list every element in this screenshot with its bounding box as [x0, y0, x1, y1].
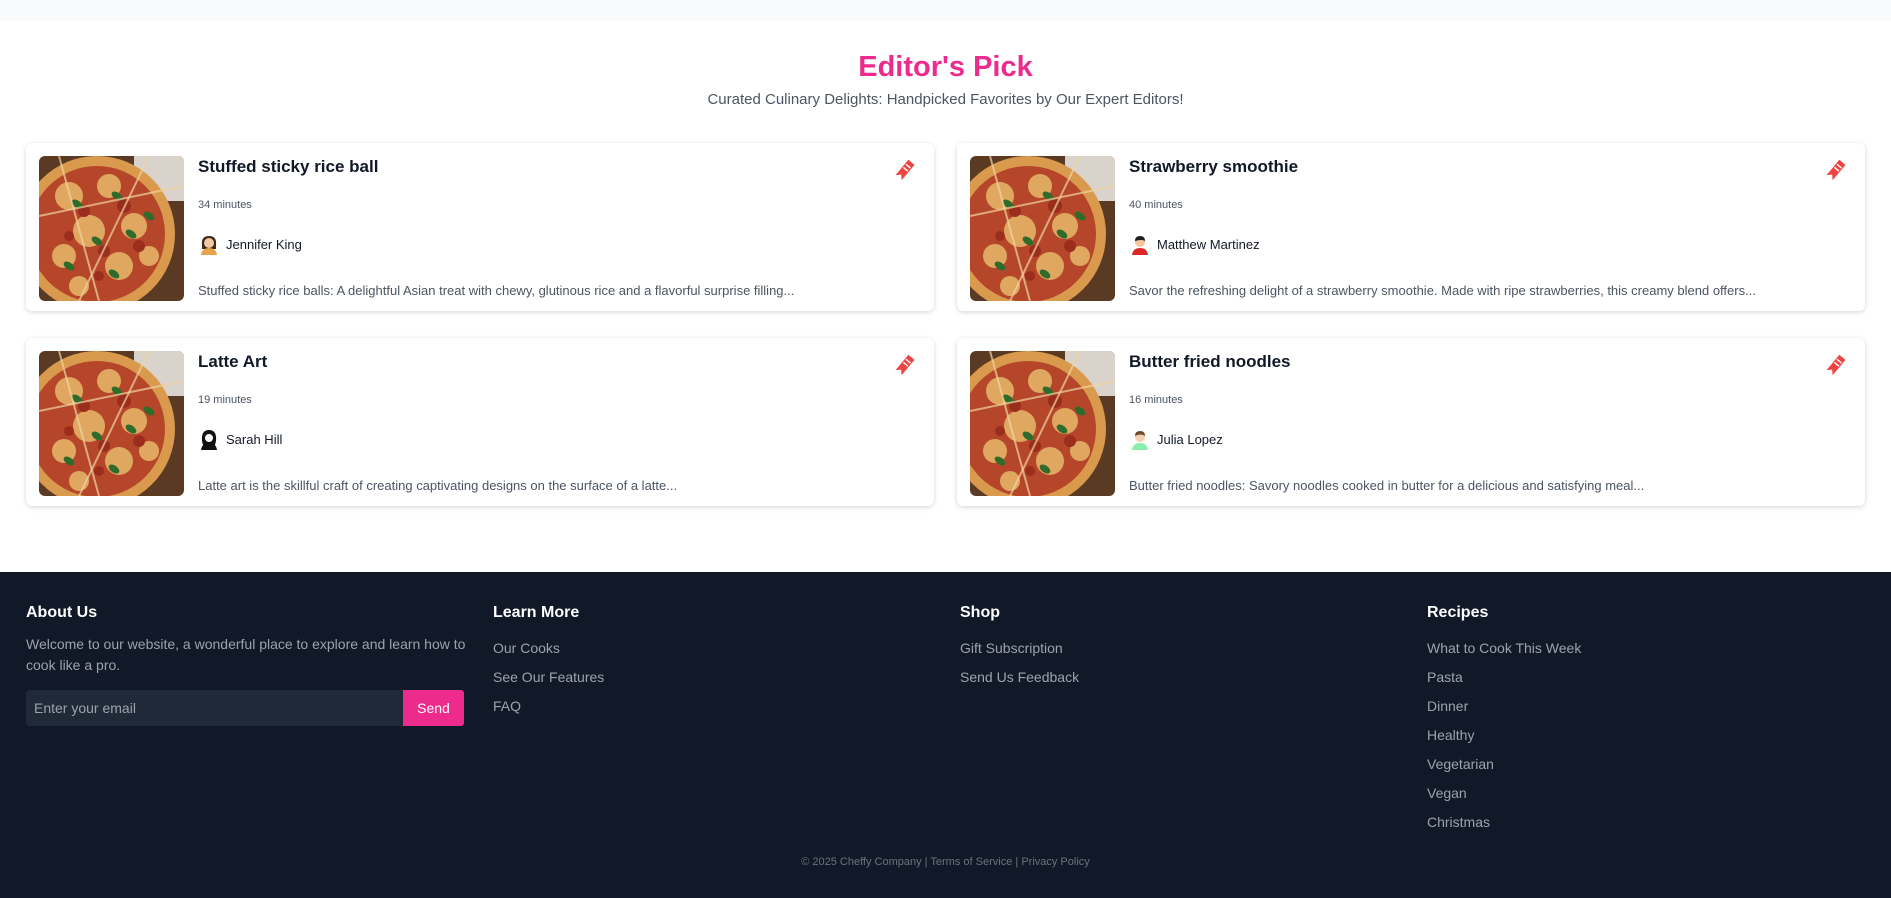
recipe-description: Butter fried noodles: Savory noodles coo…: [1129, 478, 1645, 493]
author-name: Julia Lopez: [1157, 431, 1223, 447]
footer-heading-learn-more: Learn More: [493, 604, 580, 621]
footer-link-faq[interactable]: FAQ: [493, 692, 604, 721]
recipe-time: 16 minutes: [1129, 394, 1183, 406]
woman-avatar-icon: [198, 233, 220, 255]
copyright: © 2025 Cheffy Company | Terms of Service…: [0, 856, 1891, 868]
recipe-author: Jennifer King: [198, 232, 302, 256]
bookmark-icon[interactable]: [1823, 157, 1849, 183]
recipe-time: 34 minutes: [198, 199, 252, 211]
footer-heading-about: About Us: [26, 604, 98, 621]
author-name: Jennifer King: [226, 236, 302, 252]
email-input[interactable]: [26, 690, 403, 726]
recipe-card[interactable]: Stuffed sticky rice ball 34 minutes Jenn…: [26, 143, 934, 311]
footer-shop: Shop Gift Subscription Send Us Feedback: [960, 604, 1079, 692]
recipe-author: Julia Lopez: [1129, 427, 1223, 451]
footer-link-healthy[interactable]: Healthy: [1427, 721, 1581, 750]
footer-link-our-cooks[interactable]: Our Cooks: [493, 634, 604, 663]
footer-link-send-feedback[interactable]: Send Us Feedback: [960, 663, 1079, 692]
recipe-title[interactable]: Latte Art: [198, 352, 267, 372]
copyright-text: © 2025 Cheffy Company: [801, 856, 922, 868]
recipe-title[interactable]: Butter fried noodles: [1129, 352, 1291, 372]
terms-link[interactable]: Terms of Service: [930, 856, 1012, 868]
recipe-card[interactable]: Latte Art 19 minutes Sarah Hill Latte ar…: [26, 338, 934, 506]
bookmark-icon[interactable]: [1823, 352, 1849, 378]
bookmark-icon[interactable]: [892, 352, 918, 378]
footer-link-christmas[interactable]: Christmas: [1427, 808, 1581, 837]
top-strip: [0, 0, 1891, 21]
section-title: Editor's Pick: [858, 51, 1033, 83]
footer-link-vegan[interactable]: Vegan: [1427, 779, 1581, 808]
send-button[interactable]: Send: [403, 690, 464, 726]
recipe-description: Stuffed sticky rice balls: A delightful …: [198, 283, 795, 298]
footer-about: About Us Welcome to our website, a wonde…: [26, 604, 466, 726]
site-footer: About Us Welcome to our website, a wonde…: [0, 572, 1891, 898]
footer-link-what-to-cook[interactable]: What to Cook This Week: [1427, 634, 1581, 663]
recipe-description: Savor the refreshing delight of a strawb…: [1129, 283, 1756, 298]
recipe-title[interactable]: Stuffed sticky rice ball: [198, 157, 378, 177]
bookmark-icon[interactable]: [892, 157, 918, 183]
recipe-image[interactable]: [970, 156, 1115, 301]
footer-link-see-our-features[interactable]: See Our Features: [493, 663, 604, 692]
recipe-card[interactable]: Strawberry smoothie 40 minutes Matthew M…: [957, 143, 1865, 311]
pizza-illustration: [39, 351, 184, 496]
privacy-link[interactable]: Privacy Policy: [1021, 856, 1089, 868]
recipe-card[interactable]: Butter fried noodles 16 minutes Julia Lo…: [957, 338, 1865, 506]
recipe-time: 19 minutes: [198, 394, 252, 406]
man-avatar-icon: [1129, 233, 1151, 255]
footer-link-dinner[interactable]: Dinner: [1427, 692, 1581, 721]
recipe-author: Matthew Martinez: [1129, 232, 1260, 256]
footer-recipes: Recipes What to Cook This Week Pasta Din…: [1427, 604, 1581, 837]
newsletter-form: Send: [26, 690, 464, 726]
footer-link-gift-subscription[interactable]: Gift Subscription: [960, 634, 1079, 663]
pizza-illustration: [39, 156, 184, 301]
about-text: Welcome to our website, a wonderful plac…: [26, 636, 466, 673]
woman-avatar-icon: [198, 428, 220, 450]
recipe-image[interactable]: [39, 156, 184, 301]
recipe-image[interactable]: [970, 351, 1115, 496]
footer-heading-recipes: Recipes: [1427, 604, 1489, 621]
person-avatar-icon: [1129, 428, 1151, 450]
copyright-separator: |: [1012, 856, 1022, 868]
recipe-image[interactable]: [39, 351, 184, 496]
recipe-description: Latte art is the skillful craft of creat…: [198, 478, 678, 493]
recipe-title[interactable]: Strawberry smoothie: [1129, 157, 1298, 177]
footer-heading-shop: Shop: [960, 604, 1000, 621]
footer-learn-more: Learn More Our Cooks See Our Features FA…: [493, 604, 604, 721]
recipe-time: 40 minutes: [1129, 199, 1183, 211]
editors-pick-section: Editor's Pick Curated Culinary Delights:…: [0, 21, 1891, 572]
footer-link-pasta[interactable]: Pasta: [1427, 663, 1581, 692]
footer-link-vegetarian[interactable]: Vegetarian: [1427, 750, 1581, 779]
author-name: Sarah Hill: [226, 431, 283, 447]
pizza-illustration: [970, 156, 1115, 301]
recipe-author: Sarah Hill: [198, 427, 282, 451]
section-subtitle: Curated Culinary Delights: Handpicked Fa…: [707, 91, 1184, 108]
pizza-illustration: [970, 351, 1115, 496]
author-name: Matthew Martinez: [1157, 236, 1260, 252]
